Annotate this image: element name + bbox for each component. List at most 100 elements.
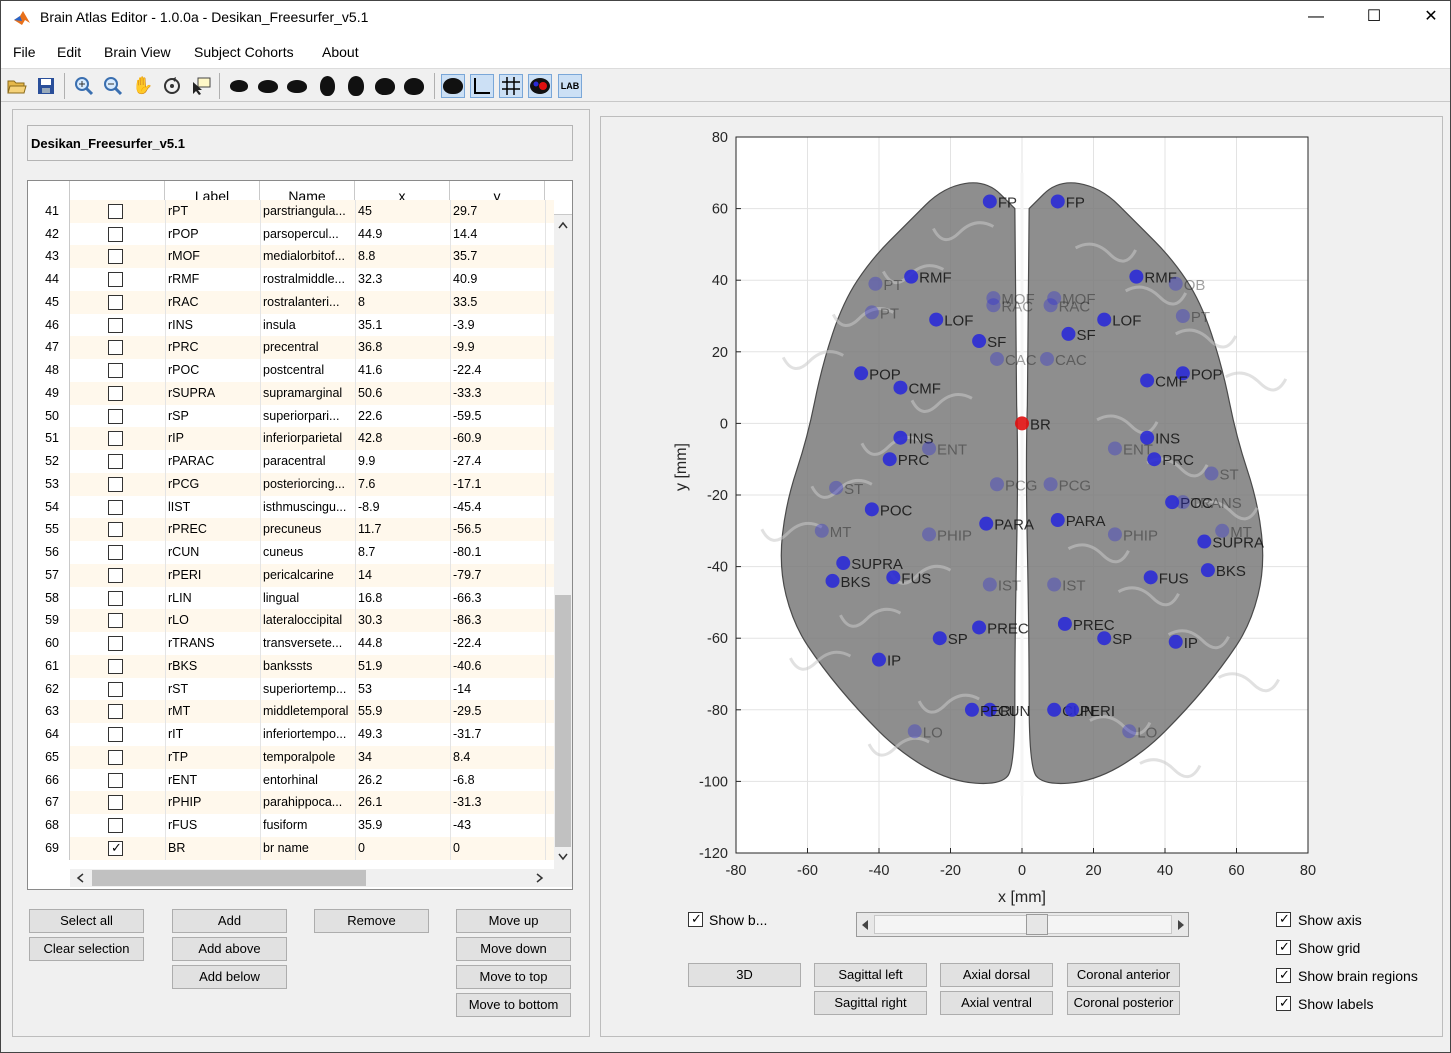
brain-sagittal-icon[interactable] — [256, 74, 280, 98]
horizontal-scroll-thumb[interactable] — [92, 870, 366, 886]
cell-y[interactable]: 40.9 — [453, 268, 545, 291]
cell-x[interactable]: 30.3 — [358, 609, 450, 632]
cell-name[interactable]: middletemporal — [263, 700, 355, 723]
table-row[interactable]: 44 rRMF rostralmiddle... 32.3 40.9 — [28, 268, 554, 291]
table-row[interactable]: 48 rPOC postcentral 41.6 -22.4 — [28, 359, 554, 382]
cell-y[interactable]: -40.6 — [453, 655, 545, 678]
move-down-button[interactable]: Move down — [456, 937, 571, 961]
cell-x[interactable]: 51.9 — [358, 655, 450, 678]
cell-x[interactable]: 45 — [358, 200, 450, 223]
view-coronal-posterior-button[interactable]: Coronal posterior — [1067, 991, 1180, 1015]
menu-brain-view[interactable]: Brain View — [104, 44, 171, 60]
table-row[interactable]: 52 rPARAC paracentral 9.9 -27.4 — [28, 450, 554, 473]
cell-label[interactable]: rBKS — [168, 655, 260, 678]
row-select-checkbox[interactable] — [108, 727, 123, 742]
table-row[interactable]: 43 rMOF medialorbitof... 8.8 35.7 — [28, 245, 554, 268]
table-row[interactable]: 61 rBKS bankssts 51.9 -40.6 — [28, 654, 554, 678]
show-brain-regions-checkbox[interactable] — [1276, 967, 1291, 983]
row-select-checkbox[interactable] — [108, 499, 123, 515]
table-row[interactable]: 53 rPCG posteriorcing... 7.6 -17.1 — [28, 472, 554, 496]
cell-y[interactable]: -60.9 — [453, 427, 545, 450]
labels-icon[interactable]: LAB — [558, 74, 582, 98]
minimize-button[interactable]: — — [1293, 1, 1339, 35]
vertical-scroll-thumb[interactable] — [555, 595, 571, 847]
cell-y[interactable]: -80.1 — [453, 541, 545, 564]
cell-label[interactable]: rLIN — [168, 587, 260, 610]
cell-x[interactable]: 32.3 — [358, 268, 450, 291]
cell-name[interactable]: entorhinal — [263, 769, 355, 792]
cell-y[interactable]: -3.9 — [453, 314, 545, 337]
cell-y[interactable]: 33.5 — [453, 291, 545, 314]
cell-name[interactable]: rostralmiddle... — [263, 268, 355, 291]
cell-y[interactable]: -6.8 — [453, 769, 545, 792]
cell-y[interactable]: -27.4 — [453, 450, 545, 473]
cell-label[interactable]: rMOF — [168, 245, 260, 268]
save-icon[interactable] — [34, 74, 58, 98]
cell-name[interactable]: lingual — [263, 587, 355, 610]
row-select-checkbox[interactable] — [108, 545, 123, 560]
row-select-checkbox[interactable] — [108, 590, 123, 606]
brain-axial-ventral-icon[interactable] — [344, 74, 368, 98]
cell-label[interactable]: rPHIP — [168, 791, 260, 814]
cell-x[interactable]: 50.6 — [358, 382, 450, 405]
table-row[interactable]: 54 lIST isthmuscingu... -8.9 -45.4 — [28, 495, 554, 519]
pan-icon[interactable]: ✋ — [131, 74, 155, 98]
row-select-checkbox[interactable] — [108, 363, 123, 378]
brain-axial-dorsal-icon[interactable] — [315, 74, 339, 98]
row-select-checkbox[interactable] — [108, 772, 123, 788]
table-row[interactable]: 50 rSP superiorpari... 22.6 -59.5 — [28, 404, 554, 428]
row-select-checkbox[interactable] — [108, 226, 123, 242]
table-row[interactable]: 60 rTRANS transversete... 44.8 -22.4 — [28, 632, 554, 655]
slider-left-arrow-icon[interactable] — [861, 919, 869, 931]
table-vertical-scrollbar[interactable] — [554, 215, 572, 871]
cell-name[interactable]: temporalpole — [263, 746, 355, 769]
row-select-checkbox[interactable] — [108, 204, 123, 219]
cell-name[interactable]: parstriangula... — [263, 200, 355, 223]
view-3d-button[interactable]: 3D — [688, 963, 801, 987]
table-row[interactable]: 51 rIP inferiorparietal 42.8 -60.9 — [28, 427, 554, 450]
cell-x[interactable]: 14 — [358, 564, 450, 587]
cell-label[interactable]: rSUPRA — [168, 382, 260, 405]
cell-name[interactable]: posteriorcing... — [263, 473, 355, 496]
cell-x[interactable]: 49.3 — [358, 723, 450, 746]
cell-label[interactable]: rPT — [168, 200, 260, 223]
cell-label[interactable]: rPOC — [168, 359, 260, 382]
scroll-left-icon[interactable] — [76, 873, 84, 883]
cell-name[interactable]: superiorpari... — [263, 405, 355, 428]
cell-label[interactable]: rPARAC — [168, 450, 260, 473]
show-grid-checkbox[interactable] — [1276, 939, 1291, 955]
cell-label[interactable]: rTP — [168, 746, 260, 769]
cell-y[interactable]: 8.4 — [453, 746, 545, 769]
cell-x[interactable]: 35.1 — [358, 314, 450, 337]
table-row[interactable]: 46 rINS insula 35.1 -3.9 — [28, 313, 554, 337]
cell-y[interactable]: -56.5 — [453, 518, 545, 541]
row-select-checkbox[interactable] — [108, 385, 123, 401]
cell-label[interactable]: rMT — [168, 700, 260, 723]
cell-name[interactable]: supramarginal — [263, 382, 355, 405]
zoom-out-icon[interactable] — [101, 74, 125, 98]
brain-coronal-posterior-icon[interactable] — [402, 74, 426, 98]
grid-icon[interactable] — [499, 74, 523, 98]
cell-y[interactable]: -31.3 — [453, 791, 545, 814]
remove-button[interactable]: Remove — [314, 909, 429, 933]
add-above-button[interactable]: Add above — [172, 937, 287, 961]
row-select-checkbox[interactable] — [108, 431, 123, 447]
brain-coronal-anterior-icon[interactable] — [373, 74, 397, 98]
cell-label[interactable]: rIP — [168, 427, 260, 450]
cell-y[interactable]: -17.1 — [453, 473, 545, 496]
menu-subject-cohorts[interactable]: Subject Cohorts — [194, 44, 294, 60]
cell-x[interactable]: 36.8 — [358, 336, 450, 359]
view-sagittal-left-button[interactable]: Sagittal left — [814, 963, 927, 987]
row-select-checkbox[interactable] — [108, 522, 123, 538]
cell-x[interactable]: 44.8 — [358, 632, 450, 655]
cell-label[interactable]: BR — [168, 837, 260, 860]
cell-x[interactable]: 53 — [358, 678, 450, 701]
cell-y[interactable]: -9.9 — [453, 336, 545, 359]
table-row[interactable]: 66 rENT entorhinal 26.2 -6.8 — [28, 768, 554, 792]
cell-x[interactable]: 26.1 — [358, 791, 450, 814]
cell-name[interactable]: superiortemp... — [263, 678, 355, 701]
cell-y[interactable]: 14.4 — [453, 223, 545, 246]
cell-y[interactable]: -29.5 — [453, 700, 545, 723]
table-row[interactable]: 67 rPHIP parahippoca... 26.1 -31.3 — [28, 791, 554, 814]
scroll-up-icon[interactable] — [558, 221, 568, 229]
